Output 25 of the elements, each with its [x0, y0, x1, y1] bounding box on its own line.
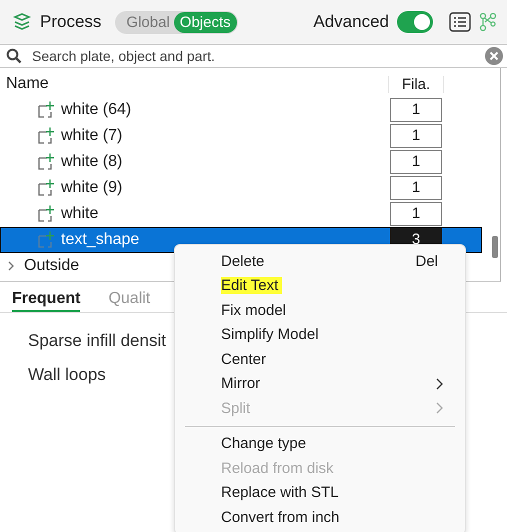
parameter-label: Wall loops: [28, 365, 106, 385]
part-name: white: [61, 205, 100, 223]
column-header: Name: [5, 75, 50, 93]
group-name: Outside: [24, 257, 80, 275]
menu-item-label: Center: [221, 350, 268, 368]
advanced-label: Advanced: [313, 12, 389, 32]
menu-item-label: Replace with STL: [221, 484, 340, 502]
menu-item-label: Change type: [221, 435, 308, 452]
shortcut-label: Del: [415, 252, 438, 270]
menu-item-label: Mirror: [221, 375, 262, 392]
part-name: text_shape: [61, 231, 140, 249]
menu-item-label: Fix model: [221, 302, 288, 319]
column-header: Fila.: [388, 76, 444, 92]
part-name: white (7): [61, 127, 124, 145]
part-name: white (9): [61, 179, 124, 197]
part-name: white (8): [61, 153, 124, 171]
menu-item-label: Delete: [221, 252, 266, 270]
menu-item-label: Split: [221, 400, 252, 417]
panel-title: Process: [40, 12, 102, 32]
menu-item-label: Simplify Model: [221, 326, 320, 344]
menu-item-label: Edit Text: [221, 277, 282, 294]
menu-item-label: Convert from inch: [221, 508, 340, 526]
parameter-label: Sparse infill densit: [28, 331, 166, 351]
menu-item-label: Reload from disk: [221, 460, 335, 477]
part-name: white (64): [61, 101, 132, 119]
